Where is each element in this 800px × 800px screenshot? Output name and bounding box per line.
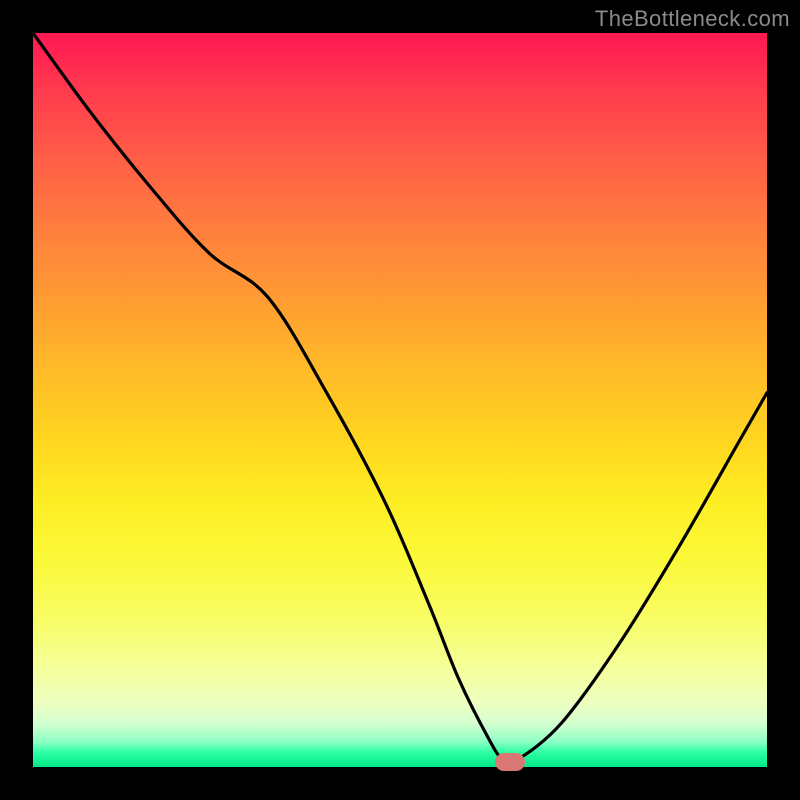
plot-area <box>33 33 767 767</box>
curve-path <box>33 33 767 763</box>
attribution-text: TheBottleneck.com <box>595 6 790 32</box>
optimal-point-marker <box>495 753 525 771</box>
chart-frame: TheBottleneck.com <box>0 0 800 800</box>
bottleneck-curve <box>33 33 767 767</box>
